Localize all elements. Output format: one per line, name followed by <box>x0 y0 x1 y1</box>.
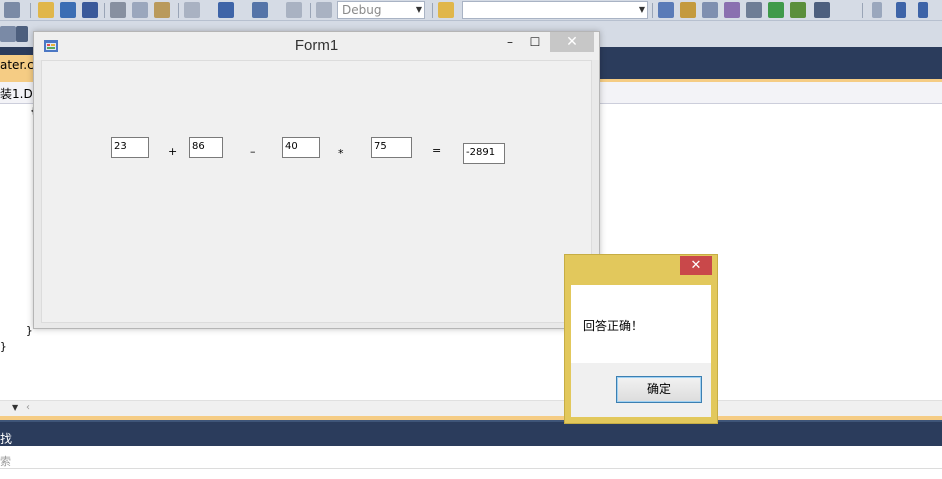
redo-icon[interactable] <box>218 2 234 18</box>
scroll-left-icon[interactable]: ‹ <box>26 402 30 413</box>
multiply-operator-label: * <box>338 147 344 160</box>
toolbar-separator <box>432 3 433 18</box>
copy-icon[interactable] <box>132 2 148 18</box>
desktop-screen: Debug ▼ ▼ ater.cs 装1.Div { } <box>0 0 942 479</box>
maximize-button[interactable]: ☐ <box>524 32 546 52</box>
chevron-down-icon: ▼ <box>638 5 645 14</box>
toolbar-separator <box>30 3 31 18</box>
zoom-dropdown-arrow[interactable]: ▼ <box>12 403 18 412</box>
configuration-value: Debug <box>342 3 382 17</box>
operand2-input[interactable]: 86 <box>189 137 223 158</box>
search-placeholder: 索 <box>0 455 11 468</box>
plus-operator-label: + <box>168 145 178 158</box>
paste-icon[interactable] <box>154 2 170 18</box>
class-view-icon[interactable] <box>790 2 806 18</box>
message-box: ✕ 回答正确！ 确定 <box>564 254 718 424</box>
play-icon[interactable] <box>872 2 882 18</box>
grid-icon[interactable] <box>4 2 20 18</box>
form1-title-bar[interactable]: Form1 – ☐ ✕ <box>34 32 599 60</box>
pointer-icon[interactable] <box>16 26 28 42</box>
save-icon[interactable] <box>60 2 76 18</box>
align-icon[interactable] <box>0 26 16 42</box>
save-all-icon[interactable] <box>82 2 98 18</box>
bottom-panel-title: 找 <box>0 432 13 446</box>
toolbar-separator <box>104 3 105 18</box>
operand4-input[interactable]: 75 <box>371 137 412 158</box>
operand3-input[interactable]: 40 <box>282 137 320 158</box>
find-combo[interactable]: ▼ <box>462 1 648 19</box>
minimize-button[interactable]: – <box>499 32 521 52</box>
toolbox-icon[interactable] <box>724 2 740 18</box>
ok-button[interactable]: 确定 <box>616 376 702 403</box>
toolbar-separator <box>652 3 653 18</box>
command-window-icon[interactable] <box>814 2 830 18</box>
result-input[interactable]: -2891 <box>463 143 505 164</box>
chevron-down-icon: ▼ <box>415 5 422 14</box>
object-browser-icon[interactable] <box>702 2 718 18</box>
configuration-combo[interactable]: Debug ▼ <box>337 1 425 19</box>
stop-icon[interactable] <box>918 2 928 18</box>
close-button[interactable]: ✕ <box>550 32 594 52</box>
operand1-input[interactable]: 23 <box>111 137 149 158</box>
message-body: 回答正确！ <box>571 285 711 363</box>
import-icon[interactable] <box>768 2 784 18</box>
pause-icon[interactable] <box>896 2 906 18</box>
properties-icon[interactable] <box>680 2 696 18</box>
vs-main-toolbar: Debug ▼ ▼ <box>0 0 942 21</box>
code-brace-close-outer: } <box>0 340 7 353</box>
tools-icon[interactable] <box>746 2 762 18</box>
form1-window: Form1 – ☐ ✕ 23 + 86 – 40 * 75 = -2891 <box>33 31 600 329</box>
bottom-panel-body: 索 <box>0 446 942 479</box>
find-in-files-icon[interactable] <box>438 2 454 18</box>
solution-explorer-icon[interactable] <box>658 2 674 18</box>
editor-horizontal-scrollbar[interactable]: ▼ ‹ <box>0 400 942 416</box>
navigate-icon[interactable] <box>252 2 268 18</box>
message-close-button[interactable]: ✕ <box>680 256 712 275</box>
start-debug-icon[interactable] <box>316 2 332 18</box>
bottom-panel-header: 找 <box>0 420 942 446</box>
code-brace-close-inner: } <box>26 324 33 337</box>
toolbar-separator <box>310 3 311 18</box>
toolbar-separator <box>862 3 863 18</box>
message-footer: 确定 <box>571 363 711 417</box>
toolbar-separator <box>178 3 179 18</box>
undo-icon[interactable] <box>184 2 200 18</box>
minus-operator-label: – <box>250 145 256 158</box>
message-text: 回答正确！ <box>583 319 644 333</box>
cut-icon[interactable] <box>110 2 126 18</box>
navigate-forward-icon[interactable] <box>286 2 302 18</box>
form1-client-area: 23 + 86 – 40 * 75 = -2891 <box>41 60 592 323</box>
equals-label: = <box>432 144 442 157</box>
open-folder-icon[interactable] <box>38 2 54 18</box>
search-input[interactable]: 索 <box>0 449 942 469</box>
